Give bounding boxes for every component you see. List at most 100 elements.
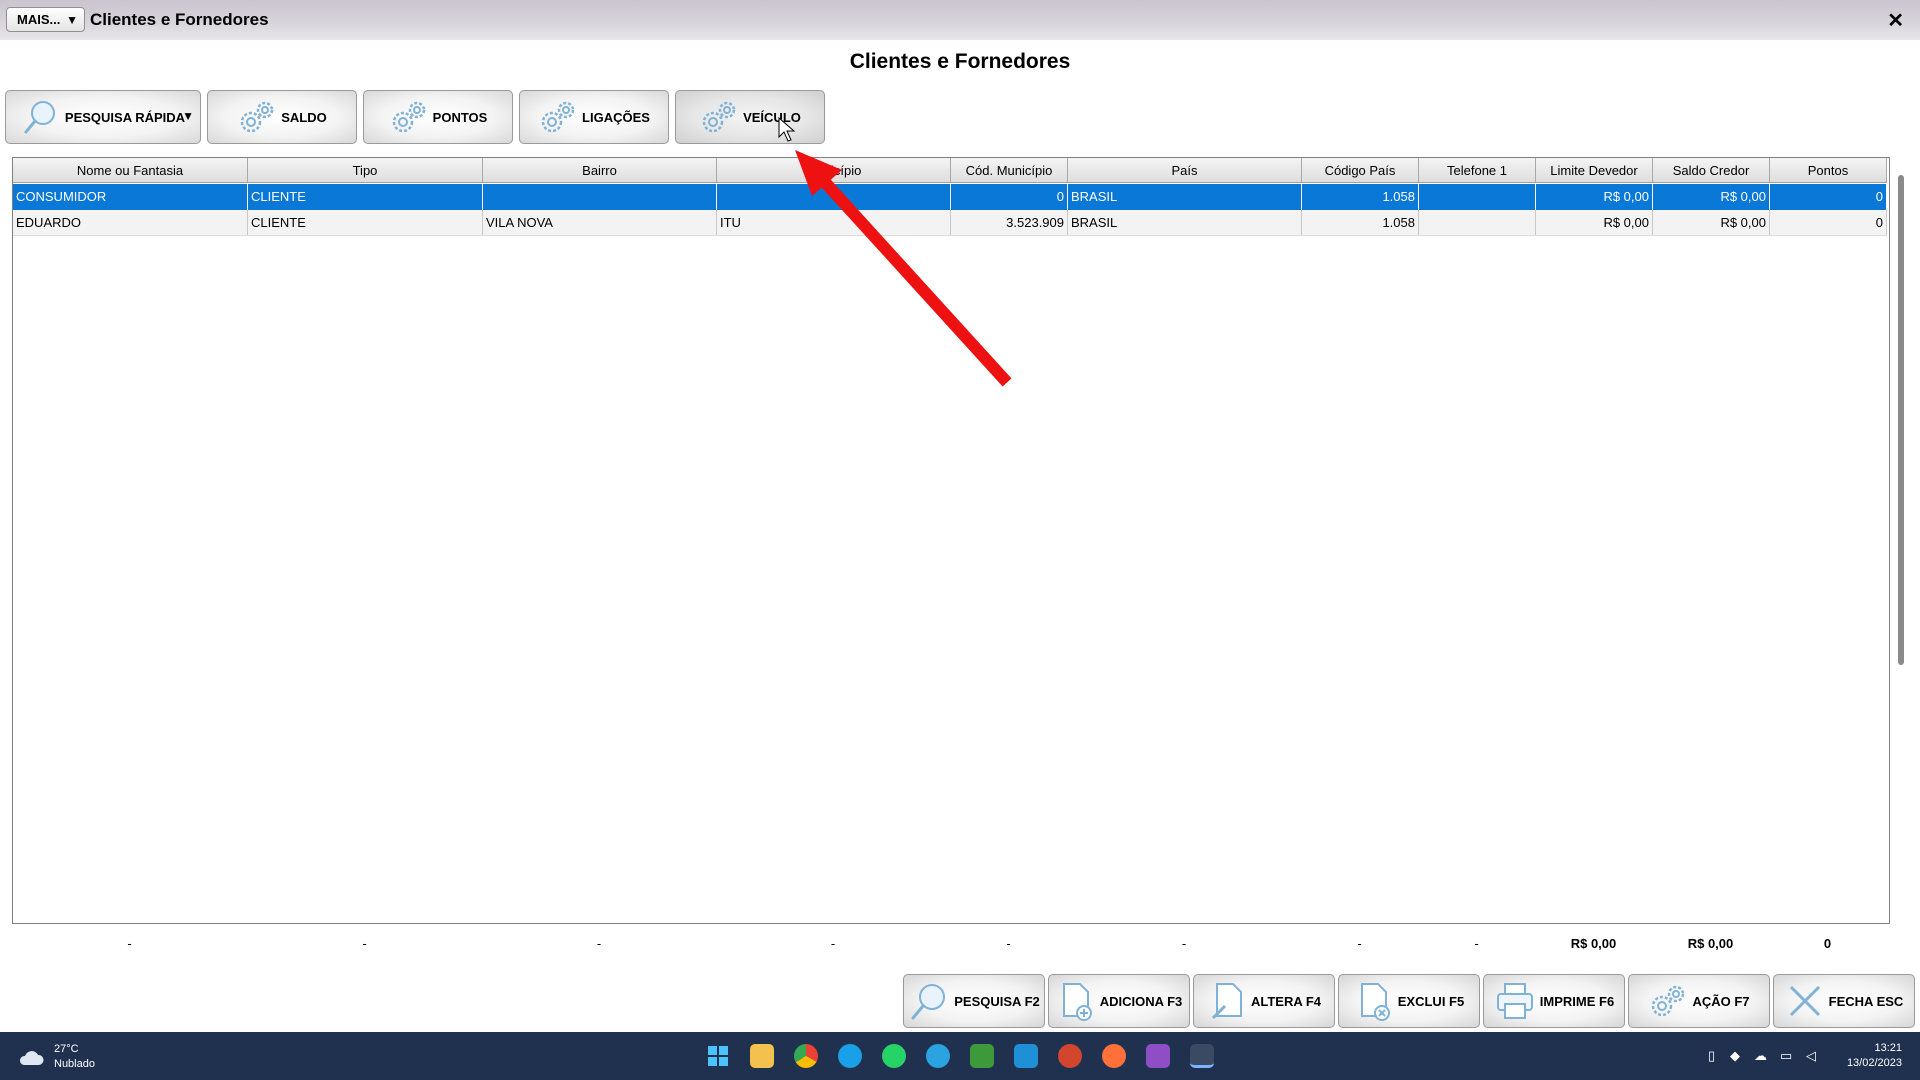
fecha-label: FECHA ESC xyxy=(1828,993,1904,1009)
table-row[interactable]: CONSUMIDOR CLIENTE 0 BRASIL 1.058 R$ 0,0… xyxy=(13,184,1887,210)
column-header[interactable]: Código País xyxy=(1302,158,1419,182)
title-bar: MAIS... ▼ Clientes e Fornedores ✕ xyxy=(0,0,1920,40)
column-header[interactable]: Bairro xyxy=(483,158,717,182)
saldo-button[interactable]: SALDO xyxy=(207,90,357,144)
cell-bairro xyxy=(483,184,717,210)
fecha-button[interactable]: FECHA ESC xyxy=(1773,974,1915,1028)
cell-type: CLIENTE xyxy=(248,184,483,210)
acao-label: AÇÃO F7 xyxy=(1692,993,1750,1009)
printer-icon xyxy=(1496,983,1533,1019)
magnifier-icon xyxy=(911,984,946,1020)
chrome-icon[interactable] xyxy=(794,1044,818,1068)
pesquisa-label: PESQUISA F2 xyxy=(954,993,1040,1009)
column-header[interactable]: País xyxy=(1068,158,1302,182)
clock-time: 13:21 xyxy=(1874,1042,1902,1054)
cell-municipio xyxy=(717,184,951,210)
column-header[interactable]: Cód. Município xyxy=(951,158,1068,182)
chevron-down-icon: ▼ xyxy=(182,109,194,123)
spreadsheet-icon[interactable] xyxy=(970,1044,994,1068)
magnifier-icon xyxy=(24,101,55,134)
close-icon xyxy=(1789,985,1820,1017)
telegram-icon[interactable] xyxy=(926,1044,950,1068)
cell-cod-municipio: 0 xyxy=(951,184,1068,210)
pontos-label: PONTOS xyxy=(432,109,488,125)
firefox-icon[interactable] xyxy=(1102,1044,1126,1068)
speaker-icon[interactable]: ◁ xyxy=(1806,1048,1816,1064)
totals-row: - - - - - - - - R$ 0,00 R$ 0,00 0 xyxy=(12,936,1886,956)
app-icon[interactable] xyxy=(1058,1044,1082,1068)
total-cell: - xyxy=(127,936,132,951)
total-cell: - xyxy=(1474,936,1479,951)
pontos-button[interactable]: PONTOS xyxy=(363,90,513,144)
gear-icon xyxy=(241,101,274,133)
total-cell: - xyxy=(830,936,836,951)
exclui-label: EXCLUI F5 xyxy=(1397,993,1465,1009)
total-cell: - xyxy=(1006,936,1011,951)
column-header[interactable]: Pontos xyxy=(1770,158,1887,182)
ligacoes-button[interactable]: LIGAÇÕES xyxy=(519,90,669,144)
weather-temperature: 27°C xyxy=(54,1043,79,1055)
cloud-sync-icon[interactable]: ☁ xyxy=(1754,1048,1767,1064)
network-icon[interactable]: ▭ xyxy=(1780,1048,1792,1064)
cell-type: CLIENTE xyxy=(248,210,483,235)
gear-icon xyxy=(1652,985,1685,1017)
column-header[interactable]: Saldo Credor xyxy=(1653,158,1770,182)
column-header[interactable]: Telefone 1 xyxy=(1419,158,1536,182)
adiciona-button[interactable]: ADICIONA F3 xyxy=(1048,974,1190,1028)
ligacoes-label: LIGAÇÕES xyxy=(582,109,650,125)
cell-pontos: 0 xyxy=(1770,184,1887,210)
mais-label: MAIS... xyxy=(17,12,61,27)
system-clock[interactable]: 13:21 13/02/2023 xyxy=(1847,1041,1902,1071)
total-pontos: 0 xyxy=(1823,936,1832,951)
erp-app-icon[interactable] xyxy=(1190,1044,1214,1068)
acao-button[interactable]: AÇÃO F7 xyxy=(1628,974,1770,1028)
cell-limite-devedor: R$ 0,00 xyxy=(1536,184,1653,210)
edge-icon[interactable] xyxy=(838,1044,862,1068)
pesquisa-rapida-button[interactable]: PESQUISA RÁPIDA ▼ xyxy=(5,90,201,144)
mail-icon[interactable] xyxy=(1014,1044,1038,1068)
delete-document-icon xyxy=(1360,983,1390,1021)
total-saldo-credor: R$ 0,00 xyxy=(1687,936,1734,951)
cell-cod-municipio: 3.523.909 xyxy=(951,210,1068,235)
saldo-label: SALDO xyxy=(281,109,327,125)
pesquisa-button[interactable]: PESQUISA F2 xyxy=(903,974,1045,1028)
column-header[interactable]: Nome ou Fantasia xyxy=(13,158,248,182)
column-header[interactable]: Tipo xyxy=(248,158,483,182)
altera-label: ALTERA F4 xyxy=(1250,993,1322,1009)
imprime-label: IMPRIME F6 xyxy=(1539,993,1615,1009)
security-icon[interactable]: ◆ xyxy=(1730,1048,1740,1064)
file-explorer-icon[interactable] xyxy=(750,1044,774,1068)
imprime-button[interactable]: IMPRIME F6 xyxy=(1483,974,1625,1028)
whatsapp-icon[interactable] xyxy=(882,1044,906,1068)
exclui-button[interactable]: EXCLUI F5 xyxy=(1338,974,1480,1028)
page-title: Clientes e Fornedores xyxy=(849,50,1071,73)
total-cell: - xyxy=(1357,936,1362,951)
total-limite-devedor: R$ 0,00 xyxy=(1570,936,1617,951)
windows-start-icon[interactable] xyxy=(706,1044,730,1068)
usb-icon[interactable]: ▯ xyxy=(1708,1048,1715,1064)
clock-date: 13/02/2023 xyxy=(1846,1057,1902,1069)
cell-codigo-pais: 1.058 xyxy=(1302,210,1419,235)
taskbar: 27°C Nublado ▯ ◆ ☁ ▭ ◁ 13:21 13/02/2023 xyxy=(0,1032,1920,1080)
media-icon[interactable] xyxy=(1146,1044,1170,1068)
vertical-scrollbar[interactable] xyxy=(1898,175,1904,665)
column-header[interactable]: Município xyxy=(717,158,951,182)
weather-widget[interactable]: 27°C Nublado xyxy=(18,1042,95,1072)
cell-pais: BRASIL xyxy=(1068,210,1302,235)
mais-menu-button[interactable]: MAIS... ▼ xyxy=(6,7,85,32)
cell-pontos: 0 xyxy=(1770,210,1887,235)
table-row[interactable]: EDUARDO CLIENTE VILA NOVA ITU 3.523.909 … xyxy=(13,210,1887,236)
clients-table: Nome ou Fantasia Tipo Bairro Município C… xyxy=(12,157,1890,924)
altera-button[interactable]: ALTERA F4 xyxy=(1193,974,1335,1028)
total-cell: - xyxy=(596,936,602,951)
chevron-down-icon: ▼ xyxy=(66,13,78,27)
cell-municipio: ITU xyxy=(717,210,951,235)
column-header[interactable]: Limite Devedor xyxy=(1536,158,1653,182)
cell-name: CONSUMIDOR xyxy=(13,184,248,210)
veiculo-label: VEÍCULO xyxy=(743,109,801,125)
add-document-icon xyxy=(1062,983,1092,1021)
veiculo-button[interactable]: VEÍCULO xyxy=(675,90,825,144)
close-window-button[interactable]: ✕ xyxy=(1887,8,1904,33)
cell-bairro: VILA NOVA xyxy=(483,210,717,235)
cell-name: EDUARDO xyxy=(13,210,248,235)
